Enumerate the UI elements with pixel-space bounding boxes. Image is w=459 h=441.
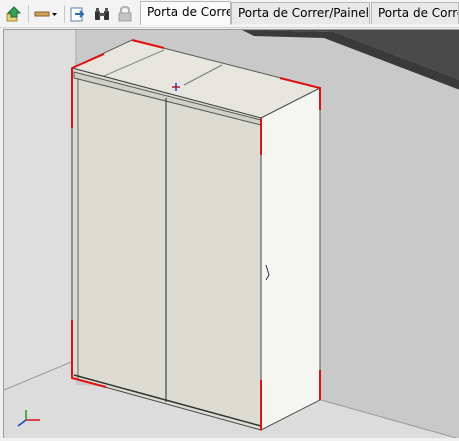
binoculars-find-icon[interactable] xyxy=(92,4,112,24)
tab-porta-de-correr-s[interactable]: Porta de Correr S xyxy=(371,2,459,24)
chevron-down-icon xyxy=(52,13,57,16)
toolbar-separator xyxy=(64,5,65,23)
up-level-icon[interactable] xyxy=(3,4,25,24)
line-style-dropdown[interactable] xyxy=(32,4,60,24)
3d-viewport[interactable] xyxy=(3,29,459,438)
toolbar-separator xyxy=(28,5,29,23)
toolbar: Porta de Correr Porta de Correr/Painel I… xyxy=(0,0,459,28)
lock-icon[interactable] xyxy=(115,4,135,24)
app-window: Porta de Correr Porta de Correr/Painel I… xyxy=(0,0,459,441)
cabinet-side xyxy=(260,87,321,431)
tab-porta-de-correr[interactable]: Porta de Correr xyxy=(140,1,231,25)
left-wall xyxy=(4,30,76,390)
tab-porta-de-correr-painel-inf[interactable]: Porta de Correr/Painel Inf xyxy=(231,2,370,24)
export-icon[interactable] xyxy=(68,4,88,24)
line-style-icon xyxy=(34,11,50,17)
